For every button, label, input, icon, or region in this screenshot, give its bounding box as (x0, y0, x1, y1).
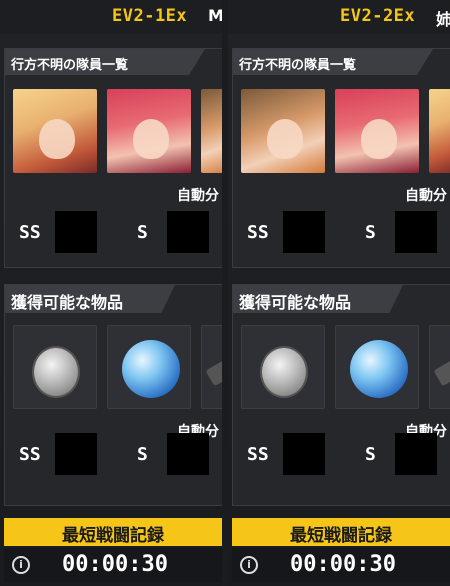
obtainable-items-panel: 獲得可能な物品 自動分 SS S (232, 284, 450, 506)
rank-s-label: S (365, 443, 376, 465)
rank-s-label: S (365, 221, 376, 243)
orb-icon (350, 340, 408, 398)
rank-s-slot (167, 433, 209, 475)
member-portrait[interactable] (201, 89, 222, 173)
member-portrait[interactable] (107, 89, 191, 173)
member-portrait[interactable] (13, 89, 97, 173)
rank-row: SS S (247, 433, 450, 475)
portrait-face (133, 119, 169, 159)
record-time: 00:00:30 (62, 552, 168, 577)
best-record-banner: 最短戦闘記録 (4, 518, 222, 546)
portrait-face (39, 119, 75, 159)
member-portrait[interactable] (429, 89, 450, 173)
auto-label: 自動分 (177, 188, 219, 204)
stage-code[interactable]: EV2-2Ex (340, 6, 415, 26)
stage-header: EV2-2Ex 姉 (228, 0, 450, 34)
panel-title: 獲得可能な物品 (233, 285, 403, 313)
weapon-icon (205, 355, 222, 387)
stage-name-fragment: 姉 (436, 10, 450, 29)
stage-column-ev2-1ex: EV2-1Ex M 行方不明の隊員一覧 自動分 SS S 獲得可能な物品 自動分… (0, 0, 222, 586)
weapon-icon (433, 355, 450, 387)
stage-header: EV2-1Ex M (0, 0, 222, 34)
rank-ss-label: SS (19, 443, 41, 465)
rank-ss-label: SS (247, 443, 269, 465)
member-list (241, 89, 450, 173)
item-slot[interactable] (335, 325, 419, 409)
rank-row: SS S (19, 211, 222, 253)
rank-ss-slot (283, 211, 325, 253)
best-record-banner: 最短戦闘記録 (232, 518, 450, 546)
rank-row: SS S (19, 433, 222, 475)
obtainable-items-panel: 獲得可能な物品 自動分 SS S (4, 284, 222, 506)
rank-s-label: S (137, 443, 148, 465)
panel-title: 行方不明の隊員一覧 (5, 49, 205, 75)
item-slot[interactable] (201, 325, 222, 409)
portrait-face (361, 119, 397, 159)
record-time-row: i 00:00:30 (4, 548, 222, 582)
item-list (13, 325, 222, 409)
rank-ss-slot (55, 211, 97, 253)
rank-s-slot (167, 211, 209, 253)
stage-name-fragment: M (208, 6, 222, 25)
panel-title: 獲得可能な物品 (5, 285, 175, 313)
rank-ss-slot (283, 433, 325, 475)
stage-code[interactable]: EV2-1Ex (112, 6, 187, 26)
portrait-face (267, 119, 303, 159)
member-list (13, 89, 222, 173)
member-portrait[interactable] (241, 89, 325, 173)
item-slot[interactable] (241, 325, 325, 409)
pendant-icon (260, 346, 308, 398)
member-portrait[interactable] (335, 89, 419, 173)
info-icon[interactable]: i (240, 556, 258, 574)
rank-s-label: S (137, 221, 148, 243)
missing-members-panel: 行方不明の隊員一覧 自動分 SS S (4, 48, 222, 268)
record-time-row: i 00:00:30 (232, 548, 450, 582)
rank-s-slot (395, 433, 437, 475)
panel-title: 行方不明の隊員一覧 (233, 49, 433, 75)
pendant-icon (32, 346, 80, 398)
item-slot[interactable] (429, 325, 450, 409)
rank-ss-label: SS (19, 221, 41, 243)
auto-label: 自動分 (405, 188, 447, 204)
rank-s-slot (395, 211, 437, 253)
rank-ss-label: SS (247, 221, 269, 243)
info-icon[interactable]: i (12, 556, 30, 574)
item-slot[interactable] (107, 325, 191, 409)
item-list (241, 325, 450, 409)
missing-members-panel: 行方不明の隊員一覧 自動分 SS S (232, 48, 450, 268)
record-time: 00:00:30 (290, 552, 396, 577)
item-slot[interactable] (13, 325, 97, 409)
rank-ss-slot (55, 433, 97, 475)
orb-icon (122, 340, 180, 398)
rank-row: SS S (247, 211, 450, 253)
stage-column-ev2-2ex: EV2-2Ex 姉 行方不明の隊員一覧 自動分 SS S 獲得可能な物品 自動分… (228, 0, 450, 586)
